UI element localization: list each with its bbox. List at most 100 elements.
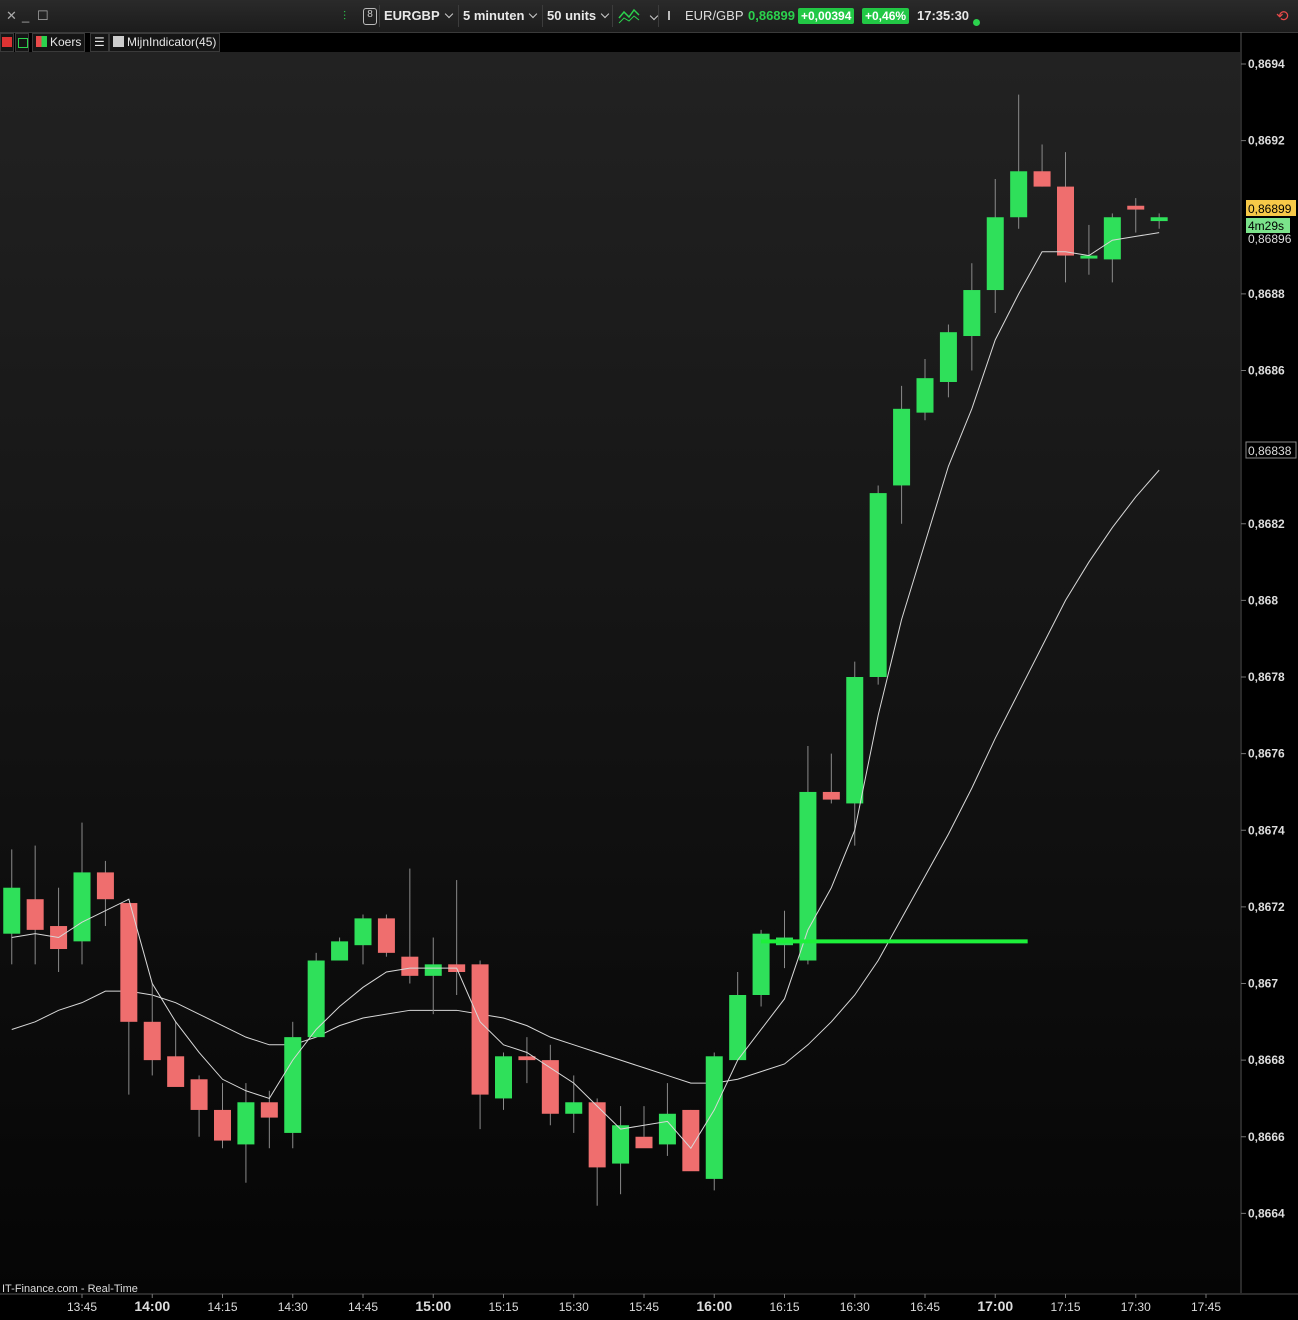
x-tick-label: 15:45	[629, 1300, 659, 1314]
candle-up	[986, 217, 1004, 291]
x-tick-label: 13:45	[67, 1300, 97, 1314]
interval-label: 5 minuten	[463, 8, 525, 23]
candle-up	[307, 960, 325, 1038]
y-tick-label: 0,8668	[1248, 1053, 1285, 1067]
x-tick-label: 16:45	[910, 1300, 940, 1314]
x-tick-label: 14:15	[207, 1300, 237, 1314]
x-tick-label: 14:45	[348, 1300, 378, 1314]
y-tick-label: 0,8678	[1248, 670, 1285, 684]
candle-up	[1150, 217, 1168, 222]
y-tick-label: 0,8682	[1248, 517, 1285, 531]
chart-type-icon[interactable]	[618, 6, 640, 31]
candle-up	[869, 493, 887, 677]
candle-down	[143, 1021, 161, 1061]
plot-background	[0, 52, 1240, 1293]
candle-down	[822, 791, 840, 800]
candle-down	[167, 1056, 185, 1087]
y-tick-label: 0,8676	[1248, 747, 1285, 761]
maximize-icon[interactable]: ☐	[37, 8, 49, 24]
info-icon[interactable]	[668, 11, 676, 20]
y-tick-label: 0,8672	[1248, 900, 1285, 914]
candle-down	[682, 1109, 700, 1172]
countdown-tag: 4m29s	[1248, 219, 1284, 233]
chart-toolbar: ✕ _ ☐ ⫶ 8 EURGBP 5 minuten 50 units EUR/…	[0, 0, 1298, 33]
y-tick-label: 0,8692	[1248, 134, 1285, 148]
candle-up	[658, 1113, 676, 1145]
candle-up	[3, 887, 21, 934]
x-tick-label: 15:15	[488, 1300, 518, 1314]
candle-down	[471, 964, 489, 1095]
close-icon[interactable]: ✕	[6, 8, 17, 24]
x-tick-label: 16:15	[769, 1300, 799, 1314]
y-tick-label: 0,8694	[1248, 57, 1285, 71]
candle-up	[916, 378, 934, 413]
candlestick-icon[interactable]: ⫶	[343, 9, 346, 24]
candle-down	[214, 1109, 231, 1141]
x-tick-label: 16:00	[696, 1298, 732, 1314]
candle-down	[260, 1102, 278, 1118]
candle-up	[237, 1102, 255, 1145]
price-chart[interactable]: 0,8664 0,8666 0,8668 0,867 0,8672 0,8674 0,867…	[0, 32, 1298, 1320]
units-select[interactable]: 50 units	[547, 8, 610, 23]
candle-up	[331, 941, 349, 961]
y-tick-label: 0,8664	[1248, 1206, 1285, 1220]
candle-down	[190, 1079, 208, 1110]
x-tick-label: 15:30	[559, 1300, 589, 1314]
x-tick-label: 17:30	[1121, 1300, 1151, 1314]
candle-up	[963, 290, 981, 337]
last-price: 0,86899	[748, 8, 795, 23]
symbol-label: EURGBP	[384, 8, 440, 23]
status-dot	[973, 13, 980, 31]
candle-up	[495, 1056, 512, 1099]
candle-up	[799, 791, 817, 961]
y-tick-label: 0,8688	[1248, 287, 1285, 301]
candle-up	[1103, 217, 1121, 260]
candle-up	[705, 1056, 723, 1179]
candle-down	[377, 918, 395, 953]
candle-down	[26, 899, 44, 930]
quote-time: 17:35:30	[917, 8, 970, 23]
change-pct-badge: +0,46%	[862, 8, 910, 24]
candle-up	[424, 964, 442, 976]
candle-down	[401, 956, 419, 976]
x-tick-label: 17:45	[1191, 1300, 1221, 1314]
chevron-down-icon	[444, 9, 453, 19]
symbol-select[interactable]: EURGBP	[384, 8, 453, 23]
y-tick-label: 0,8686	[1248, 364, 1285, 378]
candle-down	[635, 1136, 653, 1149]
candle-down	[96, 872, 114, 900]
candle-down	[1057, 186, 1074, 256]
x-tick-label: 15:00	[415, 1298, 451, 1314]
chevron-down-icon[interactable]	[649, 11, 659, 21]
last-price-tag: 0,86899	[1248, 202, 1292, 216]
link-icon[interactable]: 8	[363, 8, 377, 25]
candle-up	[939, 332, 957, 382]
y-tick-label: 0,867	[1248, 977, 1278, 991]
candle-down	[1033, 171, 1051, 187]
x-axis: 13:45 14:00 14:15 14:30 14:45 15:00 15:15 15:30…	[67, 1294, 1221, 1314]
minimize-icon[interactable]: _	[22, 8, 29, 23]
chevron-down-icon	[600, 9, 610, 19]
quote-name: EUR/GBP	[685, 8, 744, 23]
candle-up	[284, 1037, 302, 1133]
candle-up	[73, 872, 91, 942]
y-tick-label: 0,8674	[1248, 823, 1285, 837]
price-tags: 0,86899 4m29s 0,86896 0,86838	[1245, 200, 1297, 459]
chevron-down-icon	[529, 9, 538, 19]
candle-up	[729, 994, 747, 1061]
candle-up	[893, 408, 911, 486]
x-tick-label: 16:30	[840, 1300, 870, 1314]
interval-select[interactable]: 5 minuten	[463, 8, 538, 23]
ma-fast-tag: 0,86896	[1248, 232, 1292, 246]
x-tick-label: 14:30	[278, 1300, 308, 1314]
x-tick-label: 17:00	[977, 1298, 1013, 1314]
candle-up	[1010, 171, 1028, 218]
candle-up	[354, 918, 372, 946]
ma-slow-tag: 0,86838	[1248, 444, 1292, 458]
y-tick-label: 0,8666	[1248, 1130, 1285, 1144]
x-tick-label: 14:00	[134, 1298, 170, 1314]
candle-up	[846, 677, 864, 804]
data-source-label: IT-Finance.com - Real-Time	[2, 1283, 138, 1295]
refresh-icon[interactable]: ⟲	[1276, 7, 1289, 25]
y-tick-label: 0,868	[1248, 593, 1278, 607]
